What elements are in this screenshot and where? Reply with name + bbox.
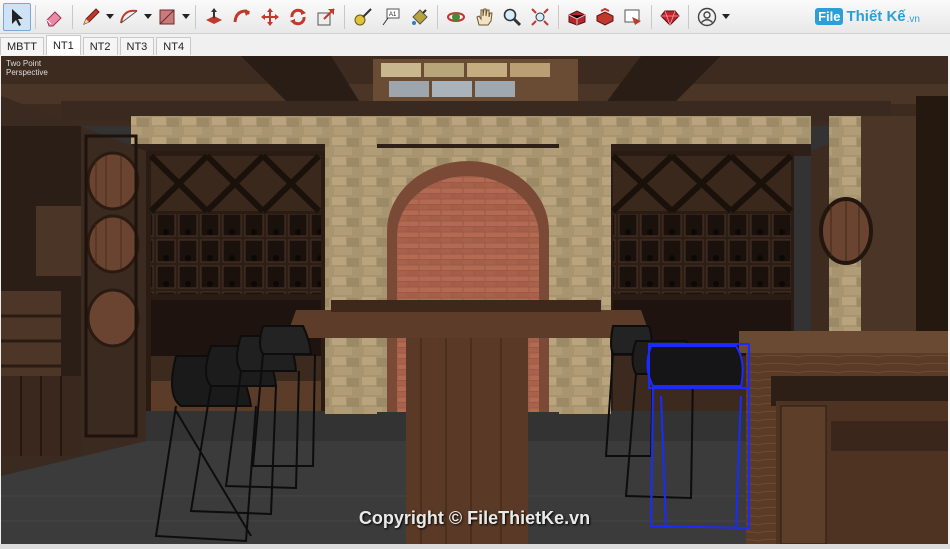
extension-icon (596, 7, 614, 26)
tape-measure-tool-button[interactable] (349, 3, 377, 31)
toolbar-separator (35, 4, 36, 29)
arc-tool-button[interactable] (115, 3, 143, 31)
toolbar-separator (437, 4, 438, 29)
follow-me-icon (233, 8, 251, 22)
user-icon (697, 7, 717, 26)
main-toolbar: A1 File Thiết Kế .vn (0, 0, 950, 34)
status-bar (0, 544, 950, 549)
line-tool-dropdown[interactable] (105, 3, 115, 31)
tab-nt1[interactable]: NT1 (45, 35, 81, 55)
pan-tool-button[interactable] (470, 3, 498, 31)
arrow-cursor-icon (12, 8, 23, 26)
chevron-down-icon (144, 13, 152, 19)
scene-tabs: MBTT NT1 NT2 NT3 NT4 (0, 35, 950, 55)
sketchup-window: A1 File Thiết Kế .vn MBTT NT1 NT2 NT3 NT… (0, 0, 950, 549)
layout-icon (624, 9, 641, 25)
push-pull-tool-button[interactable] (200, 3, 228, 31)
toolbar-separator (651, 4, 652, 29)
eraser-tool-button[interactable] (40, 3, 68, 31)
toolbar-separator (558, 4, 559, 29)
brand-name: Thiết Kế (846, 8, 906, 25)
tape-measure-icon (354, 7, 372, 25)
magnifier-icon (503, 8, 522, 26)
camera-label-line2: Perspective (6, 68, 48, 77)
ruby-console-tool-button[interactable] (656, 3, 684, 31)
stone-column-left (325, 144, 377, 414)
orbit-tool-button[interactable] (442, 3, 470, 31)
account-tool-button[interactable] (693, 3, 721, 31)
rotate-tool-button[interactable] (284, 3, 312, 31)
brand-badge: File (815, 8, 844, 25)
line-tool-button[interactable] (77, 3, 105, 31)
zoom-extents-icon (531, 7, 549, 26)
brand-domain: .vn (906, 14, 920, 25)
svg-text:A1: A1 (389, 12, 397, 18)
wine-cellar-render (1, 56, 948, 544)
chevron-down-icon (722, 13, 730, 19)
eraser-icon (46, 10, 62, 26)
move-icon (261, 7, 279, 26)
extension-warehouse-tool-button[interactable] (591, 3, 619, 31)
account-dropdown[interactable] (721, 3, 731, 31)
chevron-down-icon (106, 13, 114, 19)
text-tool-button[interactable]: A1 (377, 3, 405, 31)
hand-icon (476, 8, 493, 25)
camera-label-line1: Two Point (6, 59, 42, 68)
stone-band (131, 116, 811, 144)
rectangle-icon (159, 9, 175, 24)
toolbar-separator (688, 4, 689, 29)
model-viewport[interactable]: Two Point Perspective Copyright © FileTh… (1, 56, 948, 544)
left-shelving (1, 126, 81, 456)
toolbar-separator (195, 4, 196, 29)
tab-nt4[interactable]: NT4 (156, 37, 192, 55)
chevron-down-icon (182, 13, 190, 19)
stone-column-right (559, 144, 611, 414)
follow-me-tool-button[interactable] (228, 3, 256, 31)
layout-tool-button[interactable] (619, 3, 647, 31)
arc-icon (120, 9, 138, 23)
toolbar-separator (344, 4, 345, 29)
pencil-icon (83, 7, 100, 25)
push-pull-icon (206, 7, 222, 24)
text-icon: A1 (382, 8, 400, 25)
arc-tool-dropdown[interactable] (143, 3, 153, 31)
scale-icon (317, 7, 335, 25)
paint-bucket-icon (412, 8, 428, 25)
toolbar-separator (72, 4, 73, 29)
orbit-icon (447, 11, 465, 22)
zoom-tool-button[interactable] (498, 3, 526, 31)
barrel-right (819, 197, 873, 265)
zoom-extents-tool-button[interactable] (526, 3, 554, 31)
brand-logo: File Thiết Kế .vn (815, 8, 920, 25)
rotate-icon (290, 8, 306, 25)
tab-nt2[interactable]: NT2 (82, 37, 118, 55)
copyright-watermark: Copyright © FileThietKe.vn (358, 508, 591, 528)
tab-nt3[interactable]: NT3 (119, 37, 155, 55)
warehouse-tool-button[interactable] (563, 3, 591, 31)
shape-tool-button[interactable] (153, 3, 181, 31)
warehouse-icon (568, 9, 586, 26)
shape-tool-dropdown[interactable] (181, 3, 191, 31)
paint-bucket-tool-button[interactable] (405, 3, 433, 31)
scale-tool-button[interactable] (312, 3, 340, 31)
move-tool-button[interactable] (256, 3, 284, 31)
camera-label: Two Point Perspective (6, 59, 48, 77)
tab-mbtt[interactable]: MBTT (0, 37, 44, 55)
ceiling-light (373, 59, 578, 101)
select-tool-button[interactable] (3, 2, 31, 31)
ruby-icon (660, 10, 680, 26)
